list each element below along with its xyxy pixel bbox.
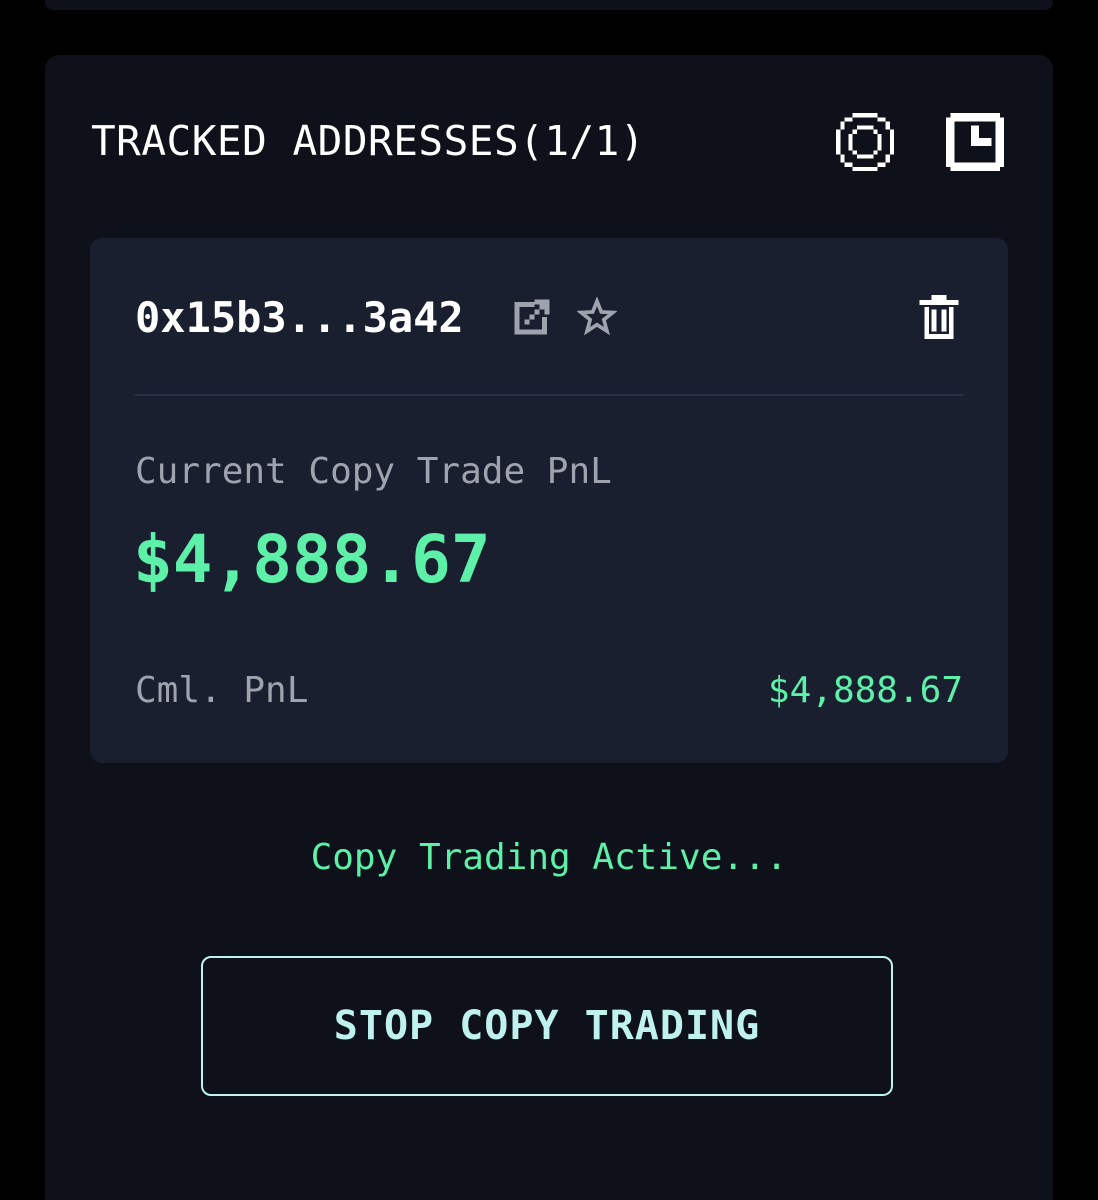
cml-pnl-value: $4,888.67	[767, 670, 963, 711]
current-pnl-value: $4,888.67	[133, 521, 491, 598]
tracked-address-card: 0x15b3...3a42 Current Copy Trade PnL $4,…	[90, 238, 1008, 763]
tracked-addresses-panel: TRACKED ADDRESSES(1/1) 0x15b3...3a42 Cur…	[45, 55, 1053, 1200]
delete-button[interactable]	[917, 295, 961, 339]
favorite-button[interactable]	[575, 295, 619, 339]
stop-copy-trading-button[interactable]: STOP COPY TRADING	[201, 956, 893, 1096]
clock-icon	[946, 113, 1004, 171]
settings-button[interactable]	[830, 107, 900, 177]
cml-pnl-label: Cml. PnL	[135, 670, 309, 711]
previous-panel-edge	[45, 0, 1053, 10]
current-pnl-label: Current Copy Trade PnL	[135, 451, 612, 492]
settings-icon	[836, 113, 894, 171]
star-icon	[577, 297, 617, 336]
history-button[interactable]	[940, 107, 1010, 177]
trash-icon	[919, 295, 959, 339]
wallet-address: 0x15b3...3a42	[135, 293, 464, 342]
external-link-icon	[514, 299, 550, 335]
copy-trading-status: Copy Trading Active...	[310, 837, 788, 878]
panel-title: TRACKED ADDRESSES(1/1)	[91, 117, 646, 165]
external-link-button[interactable]	[510, 295, 554, 339]
card-divider	[135, 394, 963, 396]
